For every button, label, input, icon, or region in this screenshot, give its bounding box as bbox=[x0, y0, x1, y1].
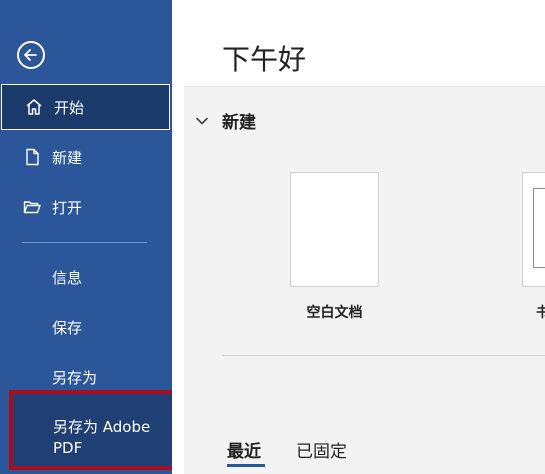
template-label: 空白文档 bbox=[306, 305, 363, 321]
active-tab-indicator bbox=[227, 464, 265, 467]
template-book[interactable] bbox=[522, 172, 545, 287]
sidebar-item-label: 另存为 Adobe PDF bbox=[53, 418, 151, 457]
section-divider bbox=[222, 355, 545, 356]
sidebar-item-label: 信息 bbox=[52, 268, 83, 287]
sidebar-item-save[interactable]: 保存 bbox=[0, 304, 172, 350]
backstage-sidebar: 开始 新建 打开 信息 保存 另存为 另存为 Adobe PDF bbox=[0, 0, 177, 474]
sidebar-item-label: 打开 bbox=[52, 198, 83, 217]
template-blank-document[interactable] bbox=[290, 172, 379, 287]
sidebar-item-home[interactable]: 开始 bbox=[1, 84, 170, 130]
template-book-preview bbox=[533, 188, 545, 268]
content-panel: 新建 空白文档 书 最近 已固定 bbox=[184, 86, 545, 474]
sidebar-item-info[interactable]: 信息 bbox=[0, 254, 172, 300]
greeting-title: 下午好 bbox=[222, 43, 307, 76]
main-area: 下午好 新建 空白文档 书 最近 已固定 bbox=[172, 0, 545, 474]
chevron-down-icon[interactable] bbox=[194, 113, 210, 129]
open-folder-icon bbox=[23, 201, 41, 214]
sidebar-item-open[interactable]: 打开 bbox=[0, 184, 172, 230]
tab-recent[interactable]: 最近 bbox=[227, 437, 261, 462]
sidebar-item-label: 保存 bbox=[52, 318, 83, 337]
sidebar-item-label: 另存为 bbox=[52, 368, 98, 387]
template-label: 书 bbox=[536, 305, 545, 321]
sidebar-item-label: 新建 bbox=[52, 148, 83, 167]
back-button[interactable] bbox=[17, 41, 45, 69]
new-document-icon bbox=[26, 148, 39, 166]
section-title-new: 新建 bbox=[222, 113, 256, 133]
tab-pinned[interactable]: 已固定 bbox=[296, 437, 347, 462]
sidebar-item-save-as-adobe-pdf[interactable]: 另存为 Adobe PDF bbox=[9, 390, 177, 470]
sidebar-item-label: 开始 bbox=[54, 98, 85, 117]
back-arrow-icon bbox=[24, 49, 37, 61]
sidebar-item-new[interactable]: 新建 bbox=[0, 134, 172, 180]
sidebar-divider bbox=[22, 242, 147, 243]
home-icon bbox=[26, 99, 42, 115]
